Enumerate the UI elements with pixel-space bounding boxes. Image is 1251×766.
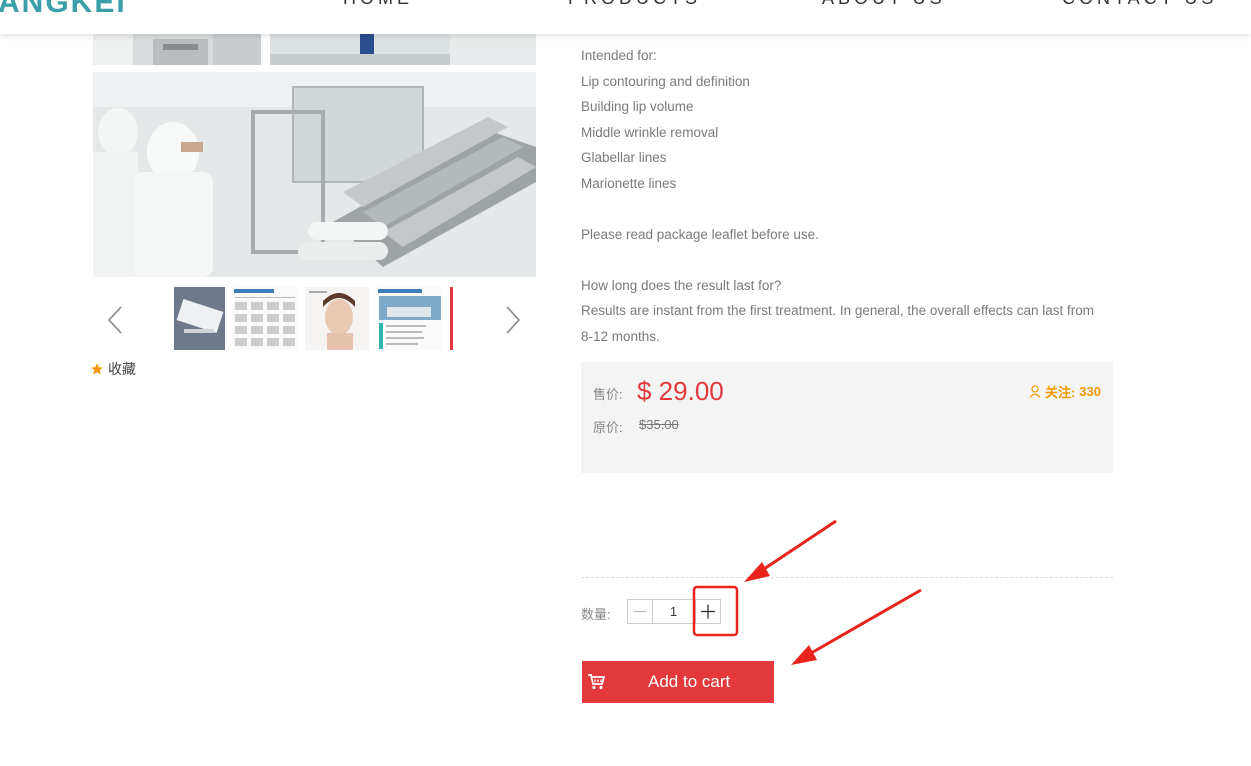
favorite-button[interactable]: 收藏: [90, 359, 136, 379]
desc-line: Middle wrinkle removal: [581, 125, 719, 140]
arrow-to-cart-icon: [791, 588, 922, 665]
quantity-label: 数量:: [581, 607, 611, 622]
thumbnail-description-sheet[interactable]: [233, 287, 297, 350]
thumbnail-product-box[interactable]: [174, 287, 225, 350]
thumbnail-partial[interactable]: [450, 287, 454, 350]
divider: [581, 577, 1113, 578]
quantity-input[interactable]: [653, 599, 694, 624]
nav-home[interactable]: HOME: [343, 0, 413, 9]
price-panel: 售价: $ 29.00 原价: $35.00 关注: 330: [581, 362, 1113, 473]
star-icon: [91, 363, 103, 375]
follow-label: 关注:: [1044, 385, 1076, 400]
add-to-cart-button[interactable]: Add to cart: [582, 661, 774, 703]
follow-counter[interactable]: 关注: 330: [1029, 382, 1101, 401]
user-icon: [1029, 385, 1041, 398]
arrow-to-plus-icon: [744, 519, 837, 582]
nav-contact-us[interactable]: CONTACT US: [1062, 0, 1217, 9]
gallery-prev-arrow[interactable]: [102, 303, 132, 337]
thumbnail-company-information[interactable]: [377, 287, 443, 350]
gallery-image-top-left: [93, 34, 261, 65]
nav-products[interactable]: PRODUCTS: [568, 0, 701, 9]
top-navbar: ANGKEI HOME PRODUCTS ABOUT US CONTACT US: [0, 0, 1251, 34]
favorite-label: 收藏: [108, 361, 136, 377]
gallery-next-arrow[interactable]: [498, 303, 528, 337]
desc-line: Lip contouring and definition: [581, 74, 750, 89]
add-to-cart-label: Add to cart: [648, 672, 731, 691]
chevron-right-icon: [506, 306, 521, 334]
plus-icon: [701, 604, 715, 619]
desc-line: Building lip volume: [581, 99, 694, 114]
desc-line: How long does the result last for?: [581, 278, 782, 293]
minus-icon: [634, 610, 646, 613]
gallery-image-top-right: [270, 34, 536, 65]
original-price-label: 原价:: [593, 420, 623, 435]
chevron-left-icon: [107, 306, 122, 334]
shopping-cart-icon: [588, 674, 605, 690]
quantity-decrease-button[interactable]: [627, 599, 653, 624]
nav-about-us[interactable]: ABOUT US: [822, 0, 946, 9]
gallery-main-image[interactable]: [93, 72, 536, 277]
site-logo[interactable]: ANGKEI: [0, 0, 127, 20]
thumbnail-model-face[interactable]: [305, 287, 369, 350]
desc-line: Results are instant from the first treat…: [581, 303, 1094, 318]
desc-line: Please read package leaflet before use.: [581, 227, 819, 242]
desc-line: 8-12 months.: [581, 329, 660, 344]
follow-count: 330: [1079, 384, 1101, 399]
sale-price: $ 29.00: [637, 376, 724, 406]
original-price: $35.00: [639, 417, 679, 432]
desc-line: Marionette lines: [581, 176, 677, 191]
quantity-increase-button[interactable]: [695, 599, 721, 624]
desc-line: Glabellar lines: [581, 150, 667, 165]
sale-price-label: 售价:: [593, 387, 623, 402]
desc-line: Intended for:: [581, 48, 657, 63]
